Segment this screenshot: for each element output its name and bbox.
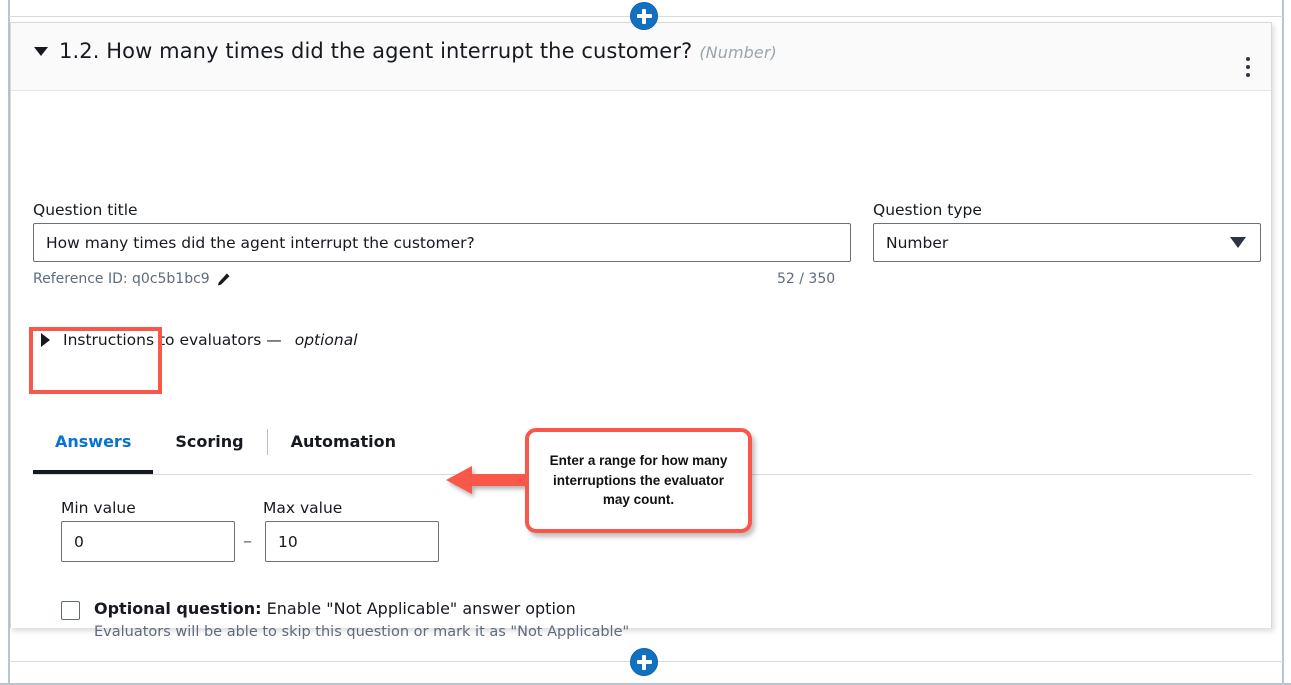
add-question-button-top[interactable] (630, 2, 658, 30)
kebab-dot (1246, 73, 1250, 77)
instructions-label: Instructions to evaluators — (63, 331, 282, 349)
question-card-header[interactable]: 1.2. How many times did the agent interr… (11, 23, 1271, 91)
kebab-dot (1246, 65, 1250, 69)
question-header-title-text: 1.2. How many times did the agent interr… (59, 39, 693, 63)
page-frame-right-edge (1282, 0, 1284, 685)
range-dash-separator: – (243, 531, 252, 552)
chevron-down-icon (1230, 237, 1246, 248)
question-card-body: Question title Reference ID: q0c5b1bc9 5… (11, 91, 1271, 640)
optional-question-checkbox[interactable] (61, 601, 80, 620)
tab-answers-label: Answers (55, 432, 132, 451)
plus-icon (642, 654, 646, 670)
annotation-callout: Enter a range for how many interruptions… (525, 428, 752, 533)
kebab-dot (1246, 57, 1250, 61)
tab-automation-label: Automation (290, 432, 396, 451)
kebab-menu-icon[interactable] (1246, 57, 1250, 77)
instructions-optional-label: optional (294, 331, 358, 349)
optional-question-label: Optional question: Enable "Not Applicabl… (94, 599, 576, 618)
min-value-label: Min value (61, 499, 136, 517)
min-value-input[interactable] (61, 521, 235, 562)
annotation-callout-text: Enter a range for how many interruptions… (549, 453, 728, 508)
reference-id-text: Reference ID: q0c5b1bc9 (33, 271, 210, 287)
tab-scoring[interactable]: Scoring (153, 409, 265, 474)
character-counter: 52 / 350 (777, 271, 836, 287)
add-question-button-bottom[interactable] (630, 648, 658, 676)
max-value-input[interactable] (265, 521, 439, 562)
instructions-to-evaluators-toggle[interactable]: Instructions to evaluators — optional (41, 331, 358, 349)
optional-question-row[interactable]: Optional question: Enable "Not Applicabl… (61, 599, 576, 620)
optional-question-strong: Optional question: (94, 599, 262, 618)
question-title-label: Question title (33, 201, 138, 219)
question-header-type-hint: (Number) (699, 43, 777, 62)
tab-automation[interactable]: Automation (269, 409, 418, 474)
question-type-value: Number (886, 233, 949, 252)
plus-icon (642, 8, 646, 24)
question-card: 1.2. How many times did the agent interr… (10, 22, 1272, 640)
tab-answers[interactable]: Answers (33, 409, 154, 474)
max-value-label: Max value (263, 499, 343, 517)
tab-divider (266, 428, 268, 455)
optional-question-rest: Enable "Not Applicable" answer option (261, 599, 576, 618)
tab-scoring-label: Scoring (175, 432, 244, 451)
screenshot-root: 1.2. How many times did the agent interr… (0, 0, 1291, 685)
question-header-title: 1.2. How many times did the agent interr… (59, 39, 777, 63)
caret-right-icon (41, 333, 50, 347)
pencil-icon[interactable] (216, 272, 231, 287)
question-type-select[interactable]: Number (873, 223, 1261, 262)
question-type-label: Question type (873, 201, 982, 219)
question-title-input[interactable] (33, 223, 851, 262)
reference-id-row: Reference ID: q0c5b1bc9 (33, 271, 231, 287)
left-arrow-icon (446, 466, 532, 494)
optional-question-help-text: Evaluators will be able to skip this que… (94, 624, 630, 640)
caret-down-icon[interactable] (34, 47, 48, 56)
